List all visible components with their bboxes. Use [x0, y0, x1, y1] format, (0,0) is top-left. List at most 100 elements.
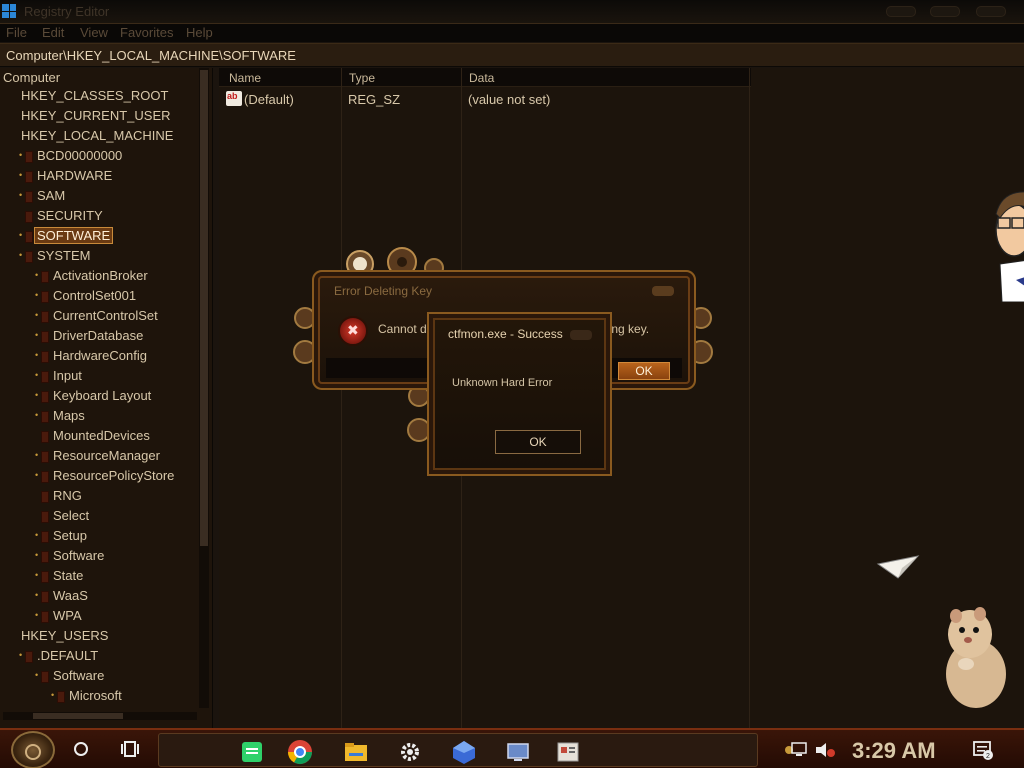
- folder-icon: [41, 291, 49, 303]
- tree-item[interactable]: • .DEFAULT: [19, 648, 100, 668]
- folder-icon: [57, 691, 65, 703]
- tree-item[interactable]: • Software: [35, 548, 106, 568]
- tree-item[interactable]: • SYSTEM: [19, 248, 92, 268]
- dialog-close-button[interactable]: [652, 286, 674, 296]
- dialog-close-button[interactable]: [570, 330, 592, 340]
- tree-item[interactable]: • SAM: [19, 188, 67, 208]
- key-tree[interactable]: Computer HKEY_CLASSES_ROOT HKEY_CURRENT_…: [0, 68, 213, 728]
- tree-horizontal-scrollbar[interactable]: [3, 712, 197, 720]
- scrollbar-thumb[interactable]: [33, 713, 123, 719]
- value-list[interactable]: Name Type Data ab (Default) REG_SZ (valu…: [219, 68, 1024, 728]
- tree-item[interactable]: • BCD00000000: [19, 148, 124, 168]
- gear-decoration-icon: [407, 385, 431, 442]
- notification-center-button[interactable]: 2: [972, 739, 994, 761]
- tree-item-selected[interactable]: • SOFTWARE: [19, 227, 114, 248]
- dialog-message: Cannot de: [378, 322, 434, 336]
- column-header-name[interactable]: Name: [229, 71, 261, 85]
- tree-item[interactable]: • HARDWARE: [19, 168, 114, 188]
- paper-plane-image: [876, 555, 920, 579]
- tree-item[interactable]: HKEY_CURRENT_USER: [19, 108, 173, 128]
- tree-item[interactable]: • Software: [35, 668, 106, 688]
- folder-icon: [25, 191, 33, 203]
- clock[interactable]: 3:29 AM: [852, 738, 936, 764]
- tree-item[interactable]: • WaaS: [35, 588, 90, 608]
- search-button[interactable]: [72, 740, 92, 760]
- ok-button[interactable]: OK: [618, 362, 670, 380]
- folder-icon: [41, 671, 49, 683]
- folder-icon: [25, 171, 33, 183]
- menu-favorites[interactable]: Favorites: [120, 25, 173, 40]
- column-header-data[interactable]: Data: [469, 71, 494, 85]
- start-button[interactable]: [11, 731, 55, 768]
- tree-item[interactable]: • ActivationBroker: [35, 268, 150, 288]
- scrollbar-thumb[interactable]: [200, 70, 208, 546]
- menu-view[interactable]: View: [80, 25, 108, 40]
- column-header-type[interactable]: Type: [349, 71, 375, 85]
- app-icon[interactable]: [451, 739, 477, 765]
- folder-icon: [41, 351, 49, 363]
- volume-muted-icon[interactable]: [814, 741, 836, 759]
- tree-item[interactable]: HKEY_USERS: [19, 628, 110, 648]
- chrome-icon[interactable]: [287, 739, 313, 765]
- menu-help[interactable]: Help: [186, 25, 213, 40]
- tree-item[interactable]: RNG: [41, 488, 84, 508]
- minimize-button[interactable]: [886, 6, 916, 17]
- tree-vertical-scrollbar[interactable]: [199, 68, 209, 708]
- network-icon[interactable]: [790, 741, 810, 759]
- task-view-button[interactable]: [120, 739, 140, 759]
- tree-item[interactable]: • HardwareConfig: [35, 348, 149, 368]
- registry-editor-icon[interactable]: [555, 739, 581, 765]
- value-name[interactable]: (Default): [244, 92, 294, 107]
- tree-item[interactable]: • DriverDatabase: [35, 328, 145, 348]
- folder-icon: [41, 511, 49, 523]
- settings-icon[interactable]: [397, 739, 423, 765]
- tree-item[interactable]: MountedDevices: [41, 428, 152, 448]
- tree-item[interactable]: • ResourcePolicyStore: [35, 468, 176, 488]
- messaging-icon[interactable]: [239, 739, 265, 765]
- tree-item[interactable]: • CurrentControlSet: [35, 308, 160, 328]
- folder-icon: [41, 531, 49, 543]
- gear-decoration-icon: [293, 307, 317, 364]
- tree-item[interactable]: • Setup: [35, 528, 89, 548]
- search-icon: [74, 742, 88, 756]
- tree-root-computer[interactable]: Computer: [3, 70, 60, 85]
- dialog-title: ctfmon.exe - Success: [448, 327, 563, 341]
- folder-icon: [41, 451, 49, 463]
- folder-icon: [25, 231, 33, 243]
- tree-item[interactable]: • WPA: [35, 608, 84, 628]
- tree-item[interactable]: • ControlSet001: [35, 288, 138, 308]
- file-explorer-icon[interactable]: [343, 739, 369, 765]
- value-type: REG_SZ: [348, 92, 401, 107]
- taskbar-apps: [158, 733, 758, 767]
- tree-item[interactable]: • Maps: [35, 408, 87, 428]
- remote-desktop-icon[interactable]: [505, 739, 531, 765]
- string-value-icon: ab: [226, 91, 242, 106]
- address-path[interactable]: Computer\HKEY_LOCAL_MACHINE\SOFTWARE: [6, 48, 296, 63]
- tree-item[interactable]: • Keyboard Layout: [35, 388, 153, 408]
- ok-button[interactable]: OK: [495, 430, 581, 454]
- column-divider[interactable]: [341, 68, 342, 728]
- start-icon: [25, 744, 41, 760]
- tree-item[interactable]: • State: [35, 568, 85, 588]
- folder-icon: [41, 411, 49, 423]
- tree-item[interactable]: • Input: [35, 368, 84, 388]
- tree-item[interactable]: HKEY_LOCAL_MACHINE: [19, 128, 175, 148]
- tree-item[interactable]: Select: [41, 508, 91, 528]
- desktop: Registry Editor File Edit View Favorites…: [0, 0, 1024, 768]
- tree-item[interactable]: • ResourceManager: [35, 448, 162, 468]
- address-bar[interactable]: Computer\HKEY_LOCAL_MACHINE\SOFTWARE: [0, 43, 1024, 67]
- maximize-button[interactable]: [930, 6, 960, 17]
- menu-file[interactable]: File: [6, 25, 27, 40]
- tree-item[interactable]: SECURITY: [25, 208, 105, 228]
- column-divider[interactable]: [749, 68, 750, 728]
- task-view-icon: [121, 741, 139, 757]
- menu-edit[interactable]: Edit: [42, 25, 64, 40]
- window-title: Registry Editor: [24, 4, 110, 19]
- tree-item[interactable]: HKEY_CLASSES_ROOT: [19, 88, 170, 108]
- title-bar: Registry Editor: [0, 0, 1024, 24]
- folder-icon: [41, 331, 49, 343]
- close-button[interactable]: [976, 6, 1006, 17]
- value-data: (value not set): [468, 92, 551, 107]
- tree-item[interactable]: • Microsoft: [51, 688, 124, 708]
- error-icon: ✖: [338, 316, 368, 346]
